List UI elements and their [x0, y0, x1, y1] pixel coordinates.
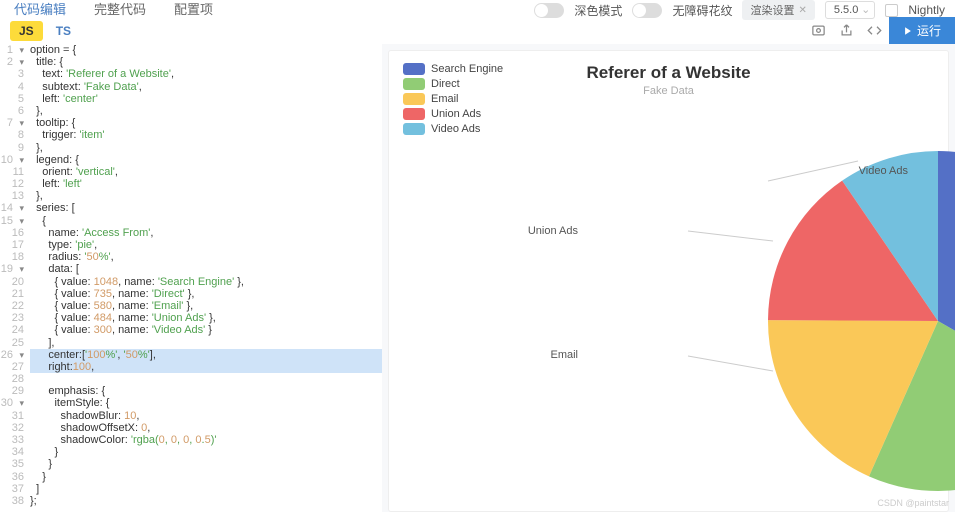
code-line[interactable]: type: 'pie',	[30, 239, 382, 251]
legend-item[interactable]: Email	[403, 93, 503, 105]
code-line[interactable]: };	[30, 495, 382, 507]
code-line[interactable]: series: [	[30, 202, 382, 214]
close-icon[interactable]: ✕	[798, 5, 806, 16]
code-line[interactable]: itemStyle: {	[30, 397, 382, 409]
share-icon[interactable]	[833, 17, 861, 44]
legend-item[interactable]: Union Ads	[403, 108, 503, 120]
pie-chart	[658, 131, 955, 511]
code-line[interactable]: { value: 1048, name: 'Search Engine' },	[30, 276, 382, 288]
chart-legend: Search Engine Direct Email Union Ads Video A…	[403, 63, 503, 138]
code-line[interactable]: orient: 'vertical',	[30, 166, 382, 178]
code-line[interactable]: title: {	[30, 56, 382, 68]
render-settings-button[interactable]: 渲染设置 ✕	[742, 0, 814, 20]
run-button[interactable]: 运行	[889, 17, 955, 44]
code-line[interactable]: },	[30, 105, 382, 117]
code-line[interactable]: ]	[30, 483, 382, 495]
code-line[interactable]: left: 'left'	[30, 178, 382, 190]
code-line[interactable]: shadowOffsetX: 0,	[30, 422, 382, 434]
nightly-checkbox[interactable]	[885, 4, 898, 17]
code-editor[interactable]: 1 ▾2 ▾3 4 5 6 7 ▾8 9 10 ▾11 12 13 14 ▾15…	[0, 44, 382, 512]
code-line[interactable]: emphasis: {	[30, 385, 382, 397]
legend-chip	[403, 108, 425, 120]
code-line[interactable]: shadowColor: 'rgba(0, 0, 0, 0.5)'	[30, 434, 382, 446]
pie-label: Email	[550, 349, 578, 361]
code-line[interactable]: },	[30, 190, 382, 202]
code-line[interactable]: data: [	[30, 263, 382, 275]
version-select[interactable]: 5.5.0	[825, 1, 875, 19]
legend-chip	[403, 78, 425, 90]
code-line[interactable]: { value: 580, name: 'Email' },	[30, 300, 382, 312]
lang-tab-ts[interactable]: TS	[47, 21, 80, 41]
code-line[interactable]: radius: '50%',	[30, 251, 382, 263]
pie-label: Union Ads	[528, 225, 578, 237]
legend-item[interactable]: Video Ads	[403, 123, 503, 135]
tab-full-code[interactable]: 完整代码	[80, 0, 160, 17]
legend-chip	[403, 93, 425, 105]
code-line[interactable]: name: 'Access From',	[30, 227, 382, 239]
a11y-label: 无障碍花纹	[672, 2, 732, 19]
tab-code-edit[interactable]: 代码编辑	[0, 0, 80, 17]
dark-mode-toggle[interactable]	[534, 3, 564, 18]
code-line[interactable]: subtext: 'Fake Data',	[30, 81, 382, 93]
code-line[interactable]: ],	[30, 337, 382, 349]
code-icon[interactable]	[861, 17, 889, 44]
code-line[interactable]: text: 'Referer of a Website',	[30, 68, 382, 80]
legend-label: Search Engine	[431, 63, 503, 75]
code-line[interactable]: { value: 484, name: 'Union Ads' },	[30, 312, 382, 324]
legend-label: Video Ads	[431, 123, 480, 135]
code-line[interactable]: trigger: 'item'	[30, 129, 382, 141]
code-line[interactable]: }	[30, 471, 382, 483]
legend-item[interactable]: Direct	[403, 78, 503, 90]
chart-preview: Search Engine Direct Email Union Ads Video A…	[382, 44, 955, 512]
code-line[interactable]: { value: 300, name: 'Video Ads' }	[30, 324, 382, 336]
code-line[interactable]: },	[30, 142, 382, 154]
code-line[interactable]	[30, 373, 382, 385]
pie-label: Video Ads	[859, 165, 908, 177]
code-line[interactable]: tooltip: {	[30, 117, 382, 129]
legend-label: Union Ads	[431, 108, 481, 120]
screenshot-icon[interactable]	[805, 17, 833, 44]
nightly-label: Nightly	[908, 3, 945, 17]
render-settings-label: 渲染设置	[750, 2, 794, 18]
play-icon	[903, 26, 913, 36]
legend-label: Direct	[431, 78, 460, 90]
code-line[interactable]: left: 'center'	[30, 93, 382, 105]
code-line[interactable]: }	[30, 446, 382, 458]
code-line[interactable]: shadowBlur: 10,	[30, 410, 382, 422]
a11y-toggle[interactable]	[632, 3, 662, 18]
legend-chip	[403, 123, 425, 135]
code-line[interactable]: right:100,	[30, 361, 382, 373]
code-line[interactable]: }	[30, 458, 382, 470]
code-line[interactable]: center:['100%', '50%'],	[30, 349, 382, 361]
lang-tab-js[interactable]: JS	[10, 21, 43, 41]
code-line[interactable]: legend: {	[30, 154, 382, 166]
tab-config[interactable]: 配置项	[160, 0, 227, 17]
run-label: 运行	[917, 22, 941, 39]
code-line[interactable]: option = {	[30, 44, 382, 56]
legend-item[interactable]: Search Engine	[403, 63, 503, 75]
legend-chip	[403, 63, 425, 75]
dark-mode-label: 深色模式	[574, 2, 622, 19]
code-line[interactable]: {	[30, 215, 382, 227]
code-line[interactable]: { value: 735, name: 'Direct' },	[30, 288, 382, 300]
legend-label: Email	[431, 93, 459, 105]
